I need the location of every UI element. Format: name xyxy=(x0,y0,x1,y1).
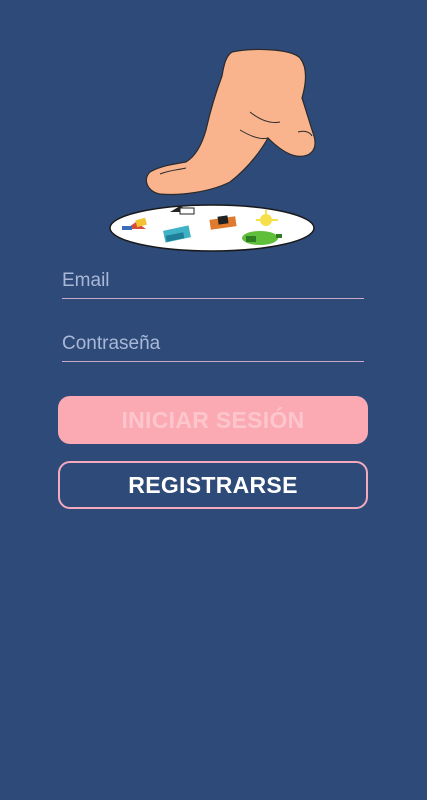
email-input[interactable] xyxy=(62,264,364,298)
password-input[interactable] xyxy=(62,327,364,361)
login-button[interactable]: INICIAR SESIÓN xyxy=(58,396,368,444)
email-field[interactable] xyxy=(62,264,364,299)
password-field[interactable] xyxy=(62,327,364,362)
app-logo-icon xyxy=(100,40,324,260)
register-button[interactable]: REGISTRARSE xyxy=(58,461,368,509)
